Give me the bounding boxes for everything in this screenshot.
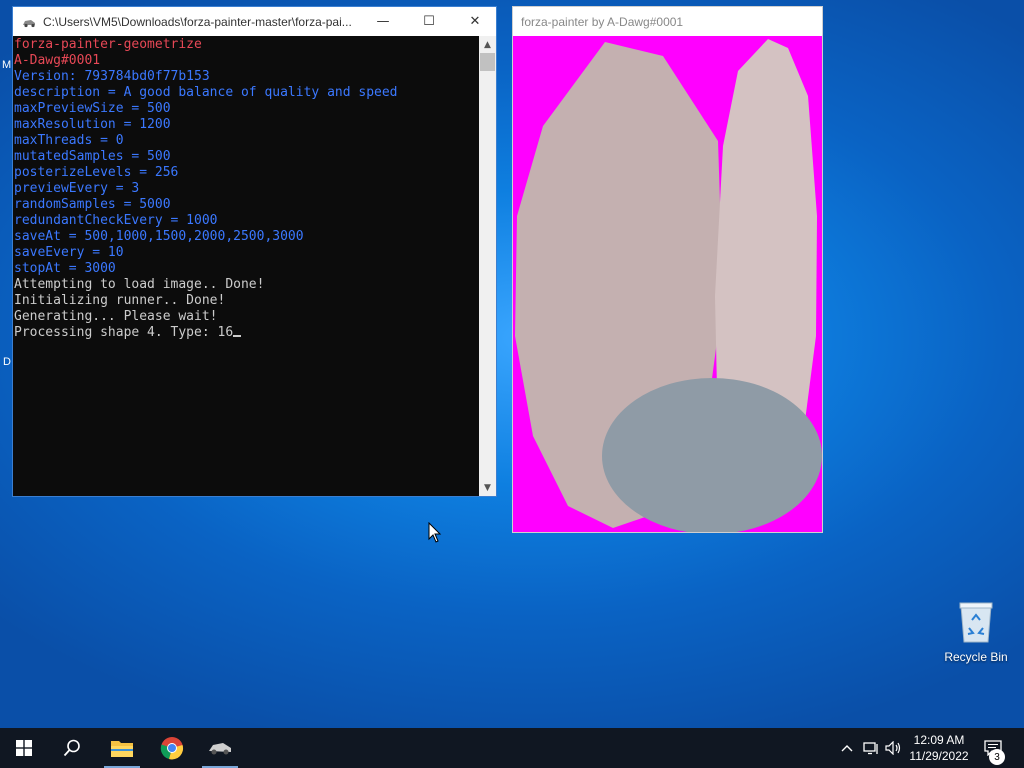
notification-count-badge: 3 bbox=[989, 749, 1005, 765]
console-output[interactable]: forza-painter-geometrize A-Dawg#0001 Versi… bbox=[13, 36, 480, 496]
console-line: stopAt = 3000 bbox=[14, 261, 480, 277]
car-icon bbox=[23, 19, 35, 27]
console-line-text: Attempting to load image.. Done! bbox=[14, 277, 265, 292]
console-line-text: maxThreads = 0 bbox=[14, 133, 124, 148]
console-line-text: Generating... Please wait! bbox=[14, 309, 218, 324]
text-cursor bbox=[233, 335, 242, 337]
painter-window-title: forza-painter by A-Dawg#0001 bbox=[521, 14, 684, 29]
console-line: maxThreads = 0 bbox=[14, 133, 480, 149]
folder-icon bbox=[111, 741, 133, 757]
console-line-text: maxResolution = 1200 bbox=[14, 117, 171, 132]
network-icon[interactable] bbox=[862, 728, 882, 768]
console-line: A-Dawg#0001 bbox=[14, 53, 480, 69]
console-window-title: C:\Users\VM5\Downloads\forza-painter-mas… bbox=[43, 14, 352, 29]
chrome-icon bbox=[160, 737, 184, 760]
console-line: redundantCheckEvery = 1000 bbox=[14, 213, 480, 229]
console-line: previewEvery = 3 bbox=[14, 181, 480, 197]
console-line-text: redundantCheckEvery = 1000 bbox=[14, 213, 218, 228]
console-line: Processing shape 4. Type: 16 bbox=[14, 325, 480, 341]
console-line-text: forza-painter-geometrize bbox=[14, 37, 202, 52]
taskbar-clock[interactable]: 12:09 AM 11/29/2022 bbox=[902, 732, 976, 764]
clock-time: 12:09 AM bbox=[913, 733, 965, 747]
desktop-icon-label-clipped[interactable]: D bbox=[3, 356, 11, 368]
console-line: mutatedSamples = 500 bbox=[14, 149, 480, 165]
console-line-text: saveAt = 500,1000,1500,2000,2500,3000 bbox=[14, 229, 304, 244]
console-scrollbar[interactable]: ▲ ▼ bbox=[479, 36, 496, 496]
console-line-text: description = A good balance of quality … bbox=[14, 85, 398, 100]
console-line-text: Processing shape 4. Type: 16 bbox=[14, 325, 234, 340]
console-window[interactable]: C:\Users\VM5\Downloads\forza-painter-mas… bbox=[12, 6, 497, 497]
console-line-text: posterizeLevels = 256 bbox=[14, 165, 179, 180]
console-line-text: randomSamples = 5000 bbox=[14, 197, 171, 212]
search-button[interactable] bbox=[48, 728, 96, 768]
console-line: description = A good balance of quality … bbox=[14, 85, 480, 101]
console-titlebar[interactable]: C:\Users\VM5\Downloads\forza-painter-mas… bbox=[13, 7, 496, 36]
recycle-bin-shortcut[interactable]: Recycle Bin bbox=[938, 600, 1014, 664]
taskbar: 12:09 AM 11/29/2022 bbox=[0, 728, 1024, 768]
maximize-button[interactable]: ☐ bbox=[406, 7, 452, 36]
console-line-text: saveEvery = 10 bbox=[14, 245, 124, 260]
minimize-button[interactable]: — bbox=[360, 7, 406, 36]
taskbar-forza-painter[interactable] bbox=[196, 728, 244, 768]
mouse-pointer-icon bbox=[428, 522, 442, 543]
clock-date: 11/29/2022 bbox=[909, 749, 969, 763]
painter-titlebar[interactable]: forza-painter by A-Dawg#0001 bbox=[513, 7, 822, 36]
shape-bottom-ellipse bbox=[602, 378, 822, 532]
console-line-text: maxPreviewSize = 500 bbox=[14, 101, 171, 116]
console-line: randomSamples = 5000 bbox=[14, 197, 480, 213]
scroll-down-icon[interactable]: ▼ bbox=[479, 479, 496, 496]
console-line-text: mutatedSamples = 500 bbox=[14, 149, 171, 164]
console-line: Generating... Please wait! bbox=[14, 309, 480, 325]
painter-preview-window[interactable]: forza-painter by A-Dawg#0001 bbox=[512, 6, 823, 533]
taskbar-file-explorer[interactable] bbox=[98, 728, 146, 768]
console-line: saveAt = 500,1000,1500,2000,2500,3000 bbox=[14, 229, 480, 245]
recycle-bin-icon bbox=[959, 602, 993, 643]
scroll-up-icon[interactable]: ▲ bbox=[479, 36, 496, 53]
car-icon bbox=[209, 743, 231, 755]
console-line-text: stopAt = 3000 bbox=[14, 261, 116, 276]
start-button[interactable] bbox=[0, 728, 48, 768]
console-line-text: previewEvery = 3 bbox=[14, 181, 140, 196]
preview-canvas bbox=[513, 36, 822, 532]
scrollbar-thumb[interactable] bbox=[480, 53, 495, 71]
console-line: saveEvery = 10 bbox=[14, 245, 480, 261]
console-line: forza-painter-geometrize bbox=[14, 37, 480, 53]
console-line: Initializing runner.. Done! bbox=[14, 293, 480, 309]
console-line: Version: 793784bd0f77b153 bbox=[14, 69, 480, 85]
search-icon bbox=[63, 739, 80, 757]
console-line-text: Initializing runner.. Done! bbox=[14, 293, 226, 308]
taskbar-chrome[interactable] bbox=[148, 728, 196, 768]
volume-icon[interactable] bbox=[884, 728, 904, 768]
console-line: maxPreviewSize = 500 bbox=[14, 101, 480, 117]
recycle-bin-label: Recycle Bin bbox=[944, 650, 1008, 664]
tray-chevron-up-icon[interactable] bbox=[838, 728, 856, 768]
console-line: Attempting to load image.. Done! bbox=[14, 277, 480, 293]
close-button[interactable]: ✕ bbox=[452, 7, 498, 36]
console-line: maxResolution = 1200 bbox=[14, 117, 480, 133]
console-line-text: Version: 793784bd0f77b153 bbox=[14, 69, 210, 84]
console-line: posterizeLevels = 256 bbox=[14, 165, 480, 181]
console-line-text: A-Dawg#0001 bbox=[14, 53, 101, 68]
desktop-icon-label-clipped[interactable]: M bbox=[2, 59, 11, 71]
windows-logo-icon bbox=[16, 740, 32, 756]
